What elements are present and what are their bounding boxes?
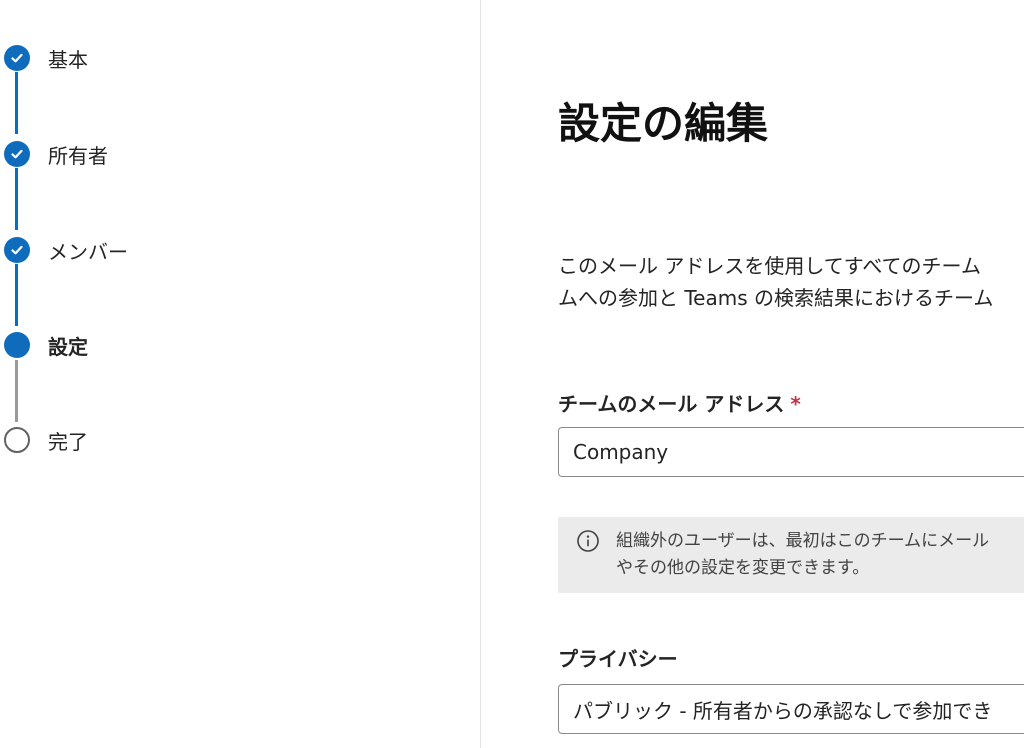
step-label: 設定 [48,334,88,359]
info-line: 組織外のユーザーは、最初はこのチームにメール [616,531,990,551]
description-line: このメール アドレスを使用してすべてのチーム [558,254,981,278]
step-label: 完了 [48,429,88,454]
current-step-dot-icon [4,332,30,358]
step-owners[interactable]: 所有者 [4,140,108,168]
step-connector [15,264,18,326]
description-line: ムへの参加と Teams の検索結果におけるチーム [558,286,994,310]
wizard-stepper: 基本 所有者 メンバー 設定 完了 [0,0,480,748]
privacy-selected-value: パブリック - 所有者からの承認なしで参加でき [573,698,993,723]
checkmark-icon [4,141,30,167]
info-line: やその他の設定を変更できます。 [616,558,870,578]
team-email-label-text: チームのメール アドレス [558,392,785,416]
step-connector [15,360,18,422]
settings-form: 設定の編集 このメール アドレスを使用してすべてのチーム ムへの参加と Team… [558,0,1024,748]
step-connector [15,72,18,134]
step-label: 所有者 [48,143,108,168]
panel-divider [480,0,481,748]
step-members[interactable]: メンバー [4,236,128,264]
step-connector [15,168,18,230]
privacy-dropdown[interactable]: パブリック - 所有者からの承認なしで参加でき [558,684,1024,734]
info-message: 組織外のユーザーは、最初はこのチームにメール やその他の設定を変更できます。 [558,517,1024,593]
checkmark-icon [4,237,30,263]
create-team-wizard: 基本 所有者 メンバー 設定 完了 設定の編集 このメール アドレスを使用してす… [0,0,1024,748]
info-text: 組織外のユーザーは、最初はこのチームにメール やその他の設定を変更できます。 [616,528,989,582]
step-settings[interactable]: 設定 [4,331,88,359]
description-text: このメール アドレスを使用してすべてのチーム ムへの参加と Teams の検索結… [558,250,1024,314]
page-title: 設定の編集 [558,99,769,148]
step-label: 基本 [48,47,88,72]
info-icon [576,529,600,553]
team-email-label: チームのメール アドレス * [558,388,801,417]
step-finish: 完了 [4,426,88,454]
step-label: メンバー [48,239,128,264]
team-email-input[interactable] [558,427,1024,477]
pending-step-circle-icon [4,427,30,453]
required-indicator: * [790,392,801,416]
checkmark-icon [4,45,30,71]
privacy-label: プライバシー [558,647,678,671]
step-basics[interactable]: 基本 [4,44,88,72]
